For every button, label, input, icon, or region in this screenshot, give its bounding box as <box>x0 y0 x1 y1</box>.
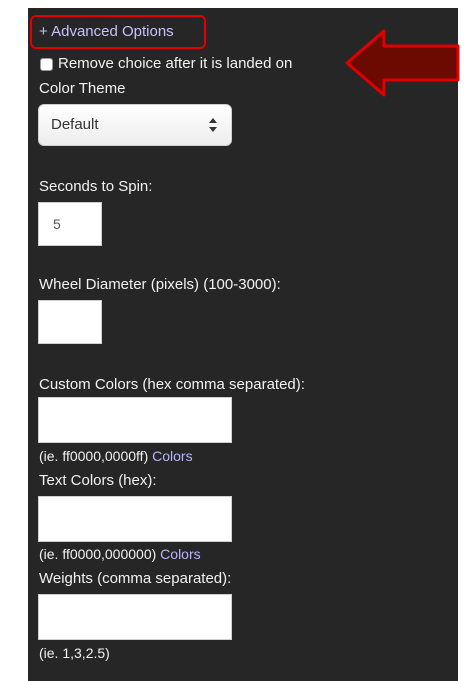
weights-hint: (ie. 1,3,2.5) <box>39 645 110 661</box>
text-colors-label: Text Colors (hex): <box>39 472 157 489</box>
seconds-to-spin-value: 5 <box>53 216 61 232</box>
text-colors-hint: (ie. ff0000,000000) Colors <box>39 545 201 563</box>
color-theme-select[interactable]: Default <box>38 104 232 146</box>
text-colors-hint-text: (ie. ff0000,000000) <box>39 546 157 562</box>
remove-choice-checkbox[interactable] <box>40 58 53 71</box>
pointer-arrow-icon <box>345 29 460 97</box>
custom-colors-hint-text: (ie. ff0000,0000ff) <box>39 448 149 464</box>
custom-colors-input[interactable] <box>38 397 232 443</box>
seconds-to-spin-input[interactable]: 5 <box>38 202 102 246</box>
wheel-diameter-label: Wheel Diameter (pixels) (100-3000): <box>39 276 281 293</box>
advanced-options-toggle[interactable]: + Advanced Options <box>39 23 174 41</box>
remove-choice-label: Remove choice after it is landed on <box>58 55 293 72</box>
weights-label: Weights (comma separated): <box>39 570 232 587</box>
color-theme-label: Color Theme <box>39 80 126 97</box>
custom-colors-link[interactable]: Colors <box>152 448 192 464</box>
text-colors-link[interactable]: Colors <box>160 546 200 562</box>
weights-input[interactable] <box>38 594 232 640</box>
text-colors-input[interactable] <box>38 496 232 542</box>
custom-colors-hint: (ie. ff0000,0000ff) Colors <box>39 447 193 465</box>
custom-colors-label: Custom Colors (hex comma separated): <box>39 376 305 393</box>
select-arrows-icon <box>209 118 217 132</box>
wheel-diameter-input[interactable] <box>38 300 102 344</box>
seconds-to-spin-label: Seconds to Spin: <box>39 178 153 195</box>
color-theme-value: Default <box>51 116 99 133</box>
